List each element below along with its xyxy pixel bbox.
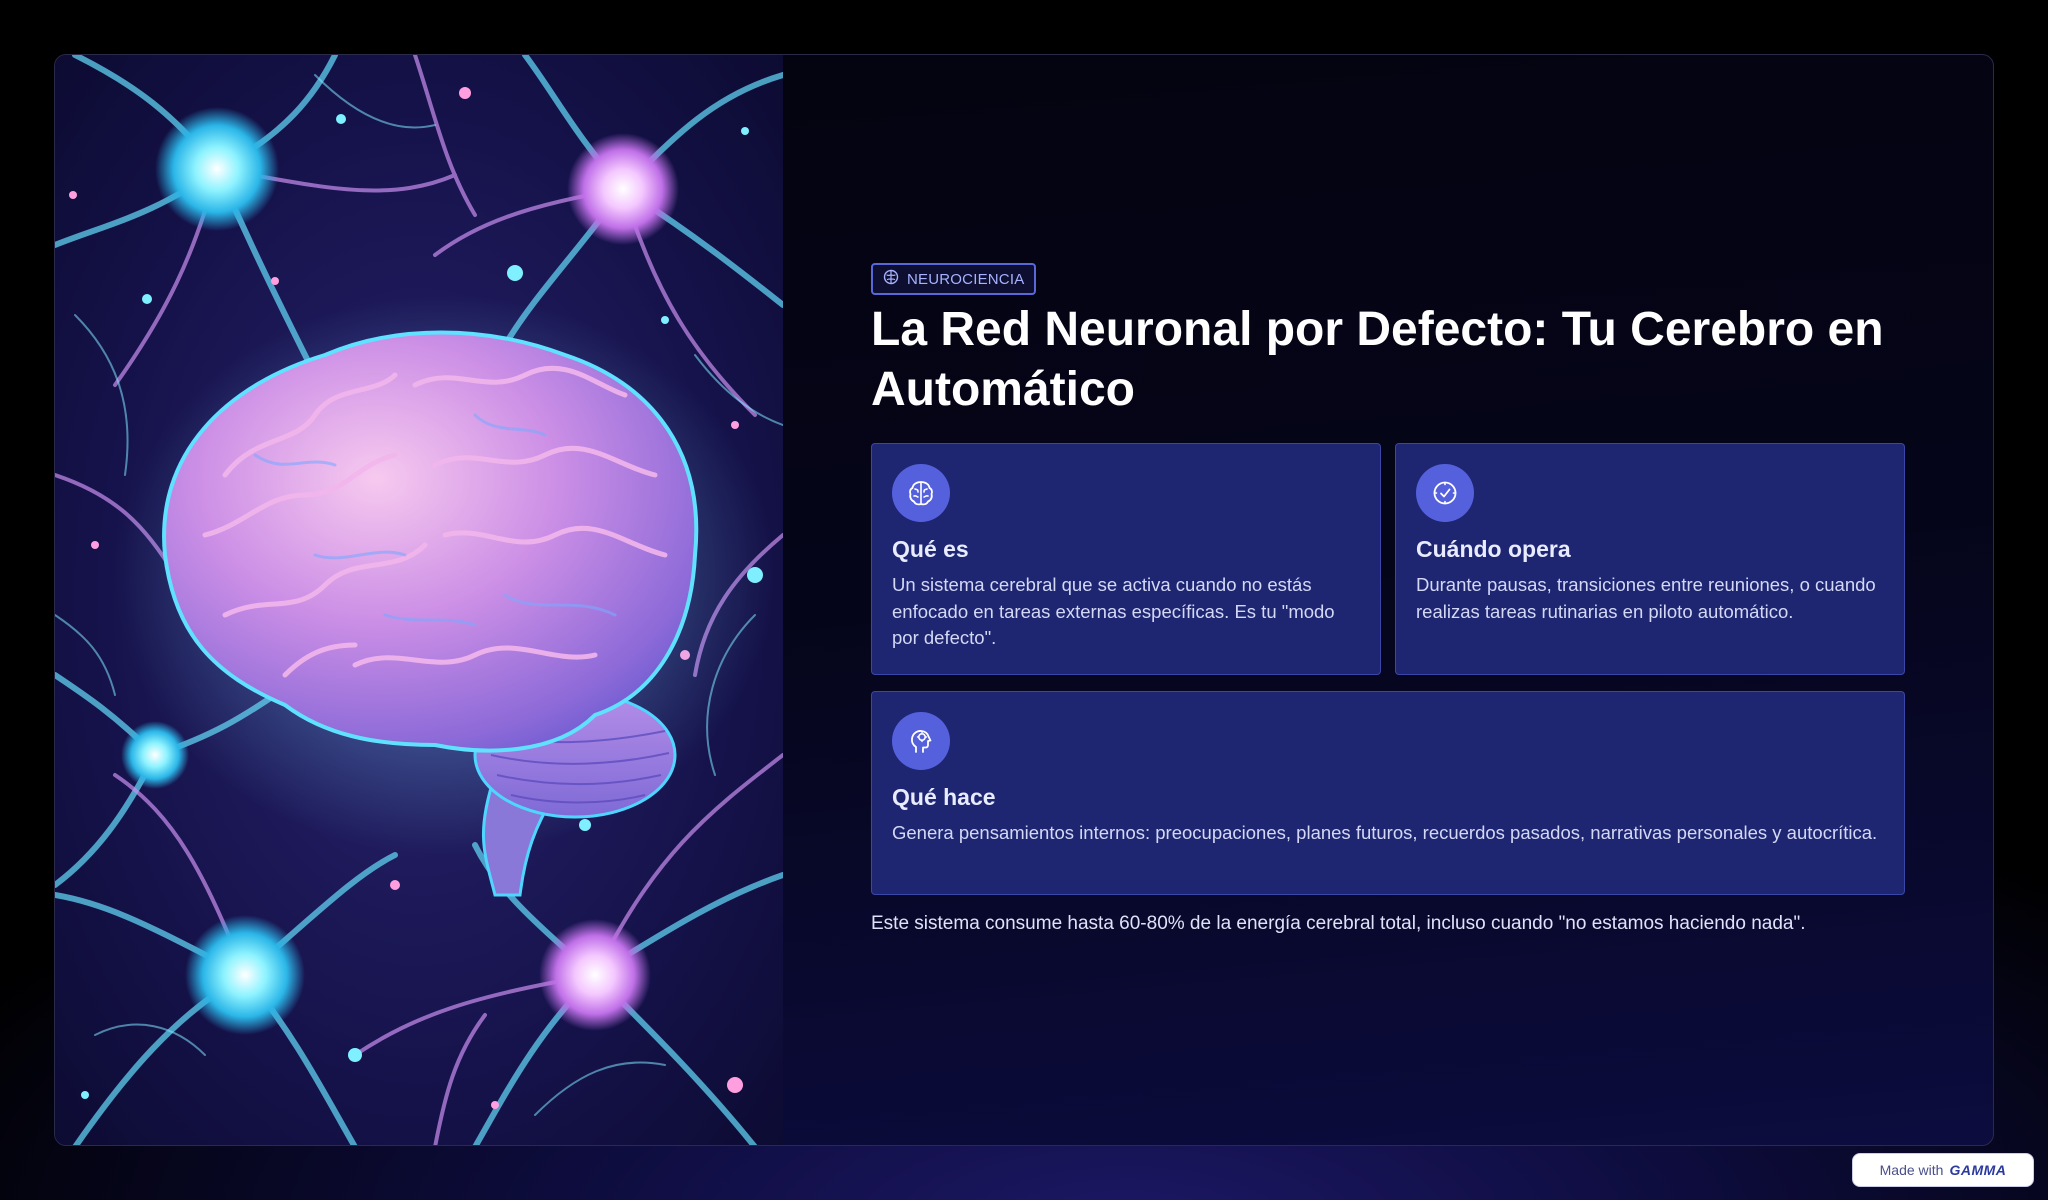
made-with-gamma-badge[interactable]: Made with GAMMA	[1852, 1153, 2034, 1187]
brain-neuron-illustration	[55, 55, 783, 1145]
card-que-hace: Qué hace Genera pensamientos internos: p…	[871, 691, 1905, 895]
brain-icon	[883, 269, 899, 290]
slide: NEUROCIENCIA La Red Neuronal por Defecto…	[54, 54, 1994, 1146]
slide-title: La Red Neuronal por Defecto: Tu Cerebro …	[871, 303, 1884, 416]
badge-prefix: Made with	[1879, 1162, 1944, 1178]
card-title: Qué hace	[892, 784, 996, 810]
card-title: Qué es	[892, 536, 969, 562]
category-tag: NEUROCIENCIA	[871, 263, 1037, 295]
brain-icon	[892, 464, 950, 522]
card-cuando-opera: Cuándo opera Durante pausas, transicione…	[1395, 443, 1905, 675]
head-thought-icon	[892, 712, 950, 770]
card-title: Cuándo opera	[1416, 536, 1571, 562]
card-text: Un sistema cerebral que se activa cuando…	[892, 574, 1335, 648]
category-tag-label: NEUROCIENCIA	[907, 270, 1025, 288]
footnote: Este sistema consume hasta 60-80% de la …	[871, 913, 1806, 934]
card-que-es: Qué es Un sistema cerebral que se activa…	[871, 443, 1381, 675]
card-text: Genera pensamientos internos: preocupaci…	[892, 822, 1878, 843]
gamma-logo: GAMMA	[1949, 1162, 2007, 1178]
card-text: Durante pausas, transiciones entre reuni…	[1416, 574, 1876, 622]
clock-icon	[1416, 464, 1474, 522]
